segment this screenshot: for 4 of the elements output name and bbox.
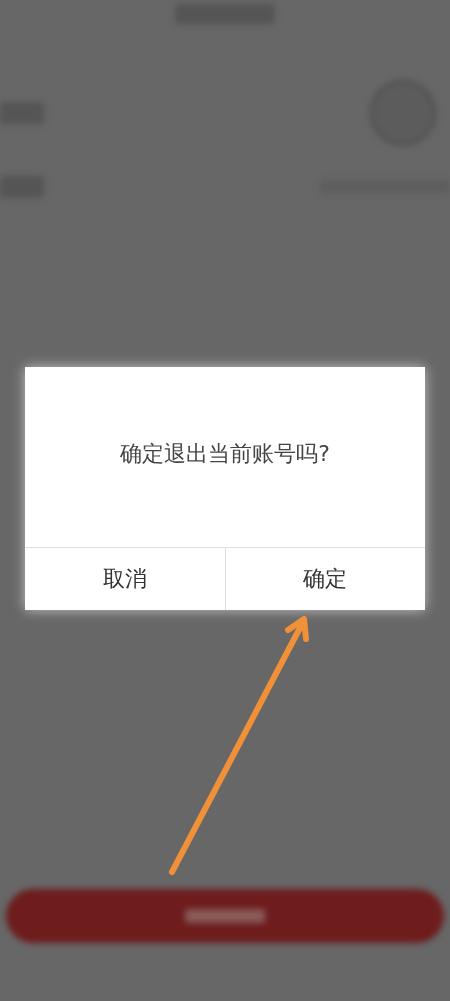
logout-button[interactable] bbox=[6, 889, 444, 943]
confirm-button[interactable]: 确定 bbox=[224, 548, 425, 610]
cancel-button[interactable]: 取消 bbox=[25, 548, 225, 610]
dialog-message: 确定退出当前账号吗? bbox=[120, 440, 330, 468]
